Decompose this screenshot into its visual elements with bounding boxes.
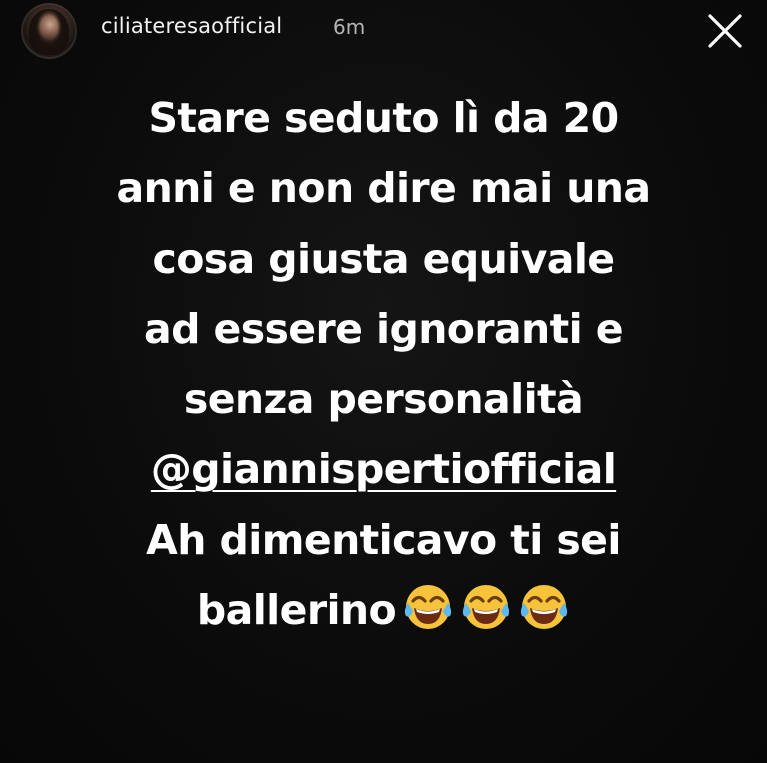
mention-line: @giannispertiofficial bbox=[40, 434, 727, 504]
story-text-line: senza personalità bbox=[183, 375, 584, 424]
avatar[interactable] bbox=[21, 3, 77, 59]
close-button[interactable] bbox=[706, 12, 744, 50]
story-text-last-line: ballerino bbox=[40, 575, 727, 645]
story-text-line: ad essere ignoranti e bbox=[144, 304, 624, 353]
story-text-line: anni e non dire mai una bbox=[116, 164, 652, 213]
story-text-line: Stare seduto lì da 20 bbox=[148, 94, 619, 142]
tears-of-joy-emoji bbox=[460, 581, 512, 633]
story-text-line: Ah dimenticavo ti sei bbox=[146, 515, 621, 564]
close-icon bbox=[708, 14, 742, 48]
avatar-image bbox=[29, 9, 69, 55]
story-text-line: cosa giusta equivale bbox=[152, 234, 615, 283]
story-text: Stare seduto lì da 20 anni e non dire ma… bbox=[40, 83, 727, 645]
tears-of-joy-emoji bbox=[402, 581, 454, 633]
story-text-last-word: ballerino bbox=[196, 586, 397, 635]
timestamp: 6m bbox=[333, 15, 366, 39]
mention-link[interactable]: @giannispertiofficial bbox=[151, 445, 617, 493]
tears-of-joy-emoji bbox=[518, 581, 570, 633]
instagram-story: ciliateresaofficial 6m Stare seduto lì d… bbox=[0, 0, 767, 763]
story-header: ciliateresaofficial 6m bbox=[0, 0, 767, 60]
username[interactable]: ciliateresaofficial bbox=[101, 14, 282, 38]
